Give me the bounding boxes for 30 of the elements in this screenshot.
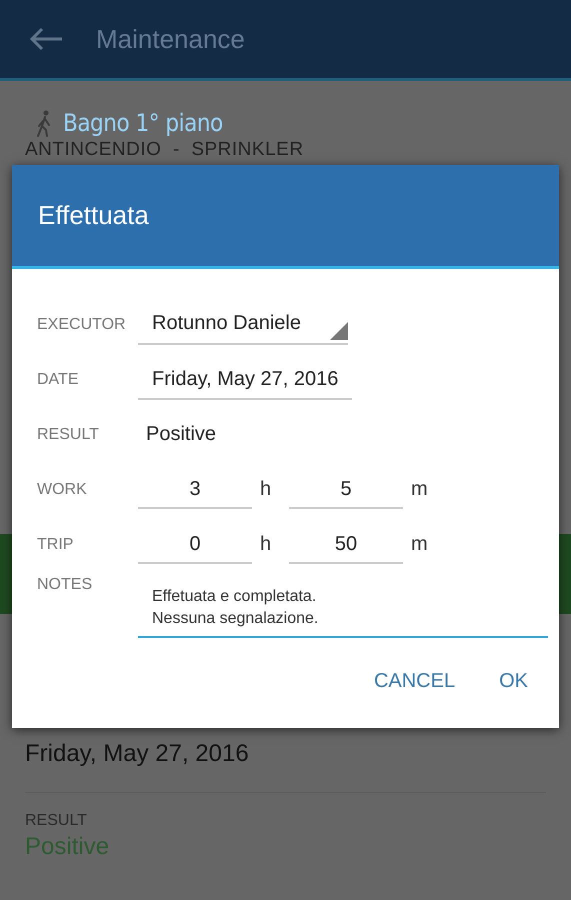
field-label: RESULT — [25, 811, 88, 831]
unit-label: m — [410, 533, 429, 556]
field-label: DATE — [37, 370, 80, 388]
dropdown-triangle-icon — [330, 322, 348, 340]
field-value: Positive — [25, 832, 110, 862]
ok-button[interactable]: OK — [499, 662, 528, 701]
category-text: ANTINCENDIO - SPRINKLER — [25, 139, 305, 161]
minutes-field[interactable]: 5 — [289, 470, 403, 508]
hours-field[interactable]: 3 — [138, 470, 252, 508]
field-label: TRIP — [37, 536, 74, 554]
date-field[interactable]: Friday, May 27, 2016 — [138, 360, 352, 400]
field-label: EXECUTOR — [37, 316, 127, 334]
result-value: Positive — [145, 423, 216, 446]
field-label: RESULT — [37, 426, 100, 444]
field-value: Friday, May 27, 2016 — [25, 739, 250, 769]
field-label: WORK — [37, 480, 88, 498]
unit-label: m — [410, 478, 429, 501]
hours-field[interactable]: 0 — [138, 526, 252, 564]
location-title: Bagno 1° piano — [63, 109, 223, 137]
executor-dropdown[interactable]: Rotunno Daniele — [138, 304, 348, 344]
back-arrow-icon — [28, 27, 64, 51]
unit-label: h — [259, 533, 272, 556]
dialog-title: Effettuata — [38, 200, 149, 231]
screen-title: Maintenance — [96, 24, 245, 54]
notes-field[interactable]: Effetuata e completata. Nessuna segnalazione. — [138, 582, 548, 638]
unit-label: h — [259, 478, 272, 501]
back-button[interactable] — [28, 27, 64, 51]
field-label: NOTES — [37, 576, 94, 594]
minutes-field[interactable]: 50 — [289, 526, 403, 564]
cancel-button[interactable]: CANCEL — [374, 662, 456, 701]
